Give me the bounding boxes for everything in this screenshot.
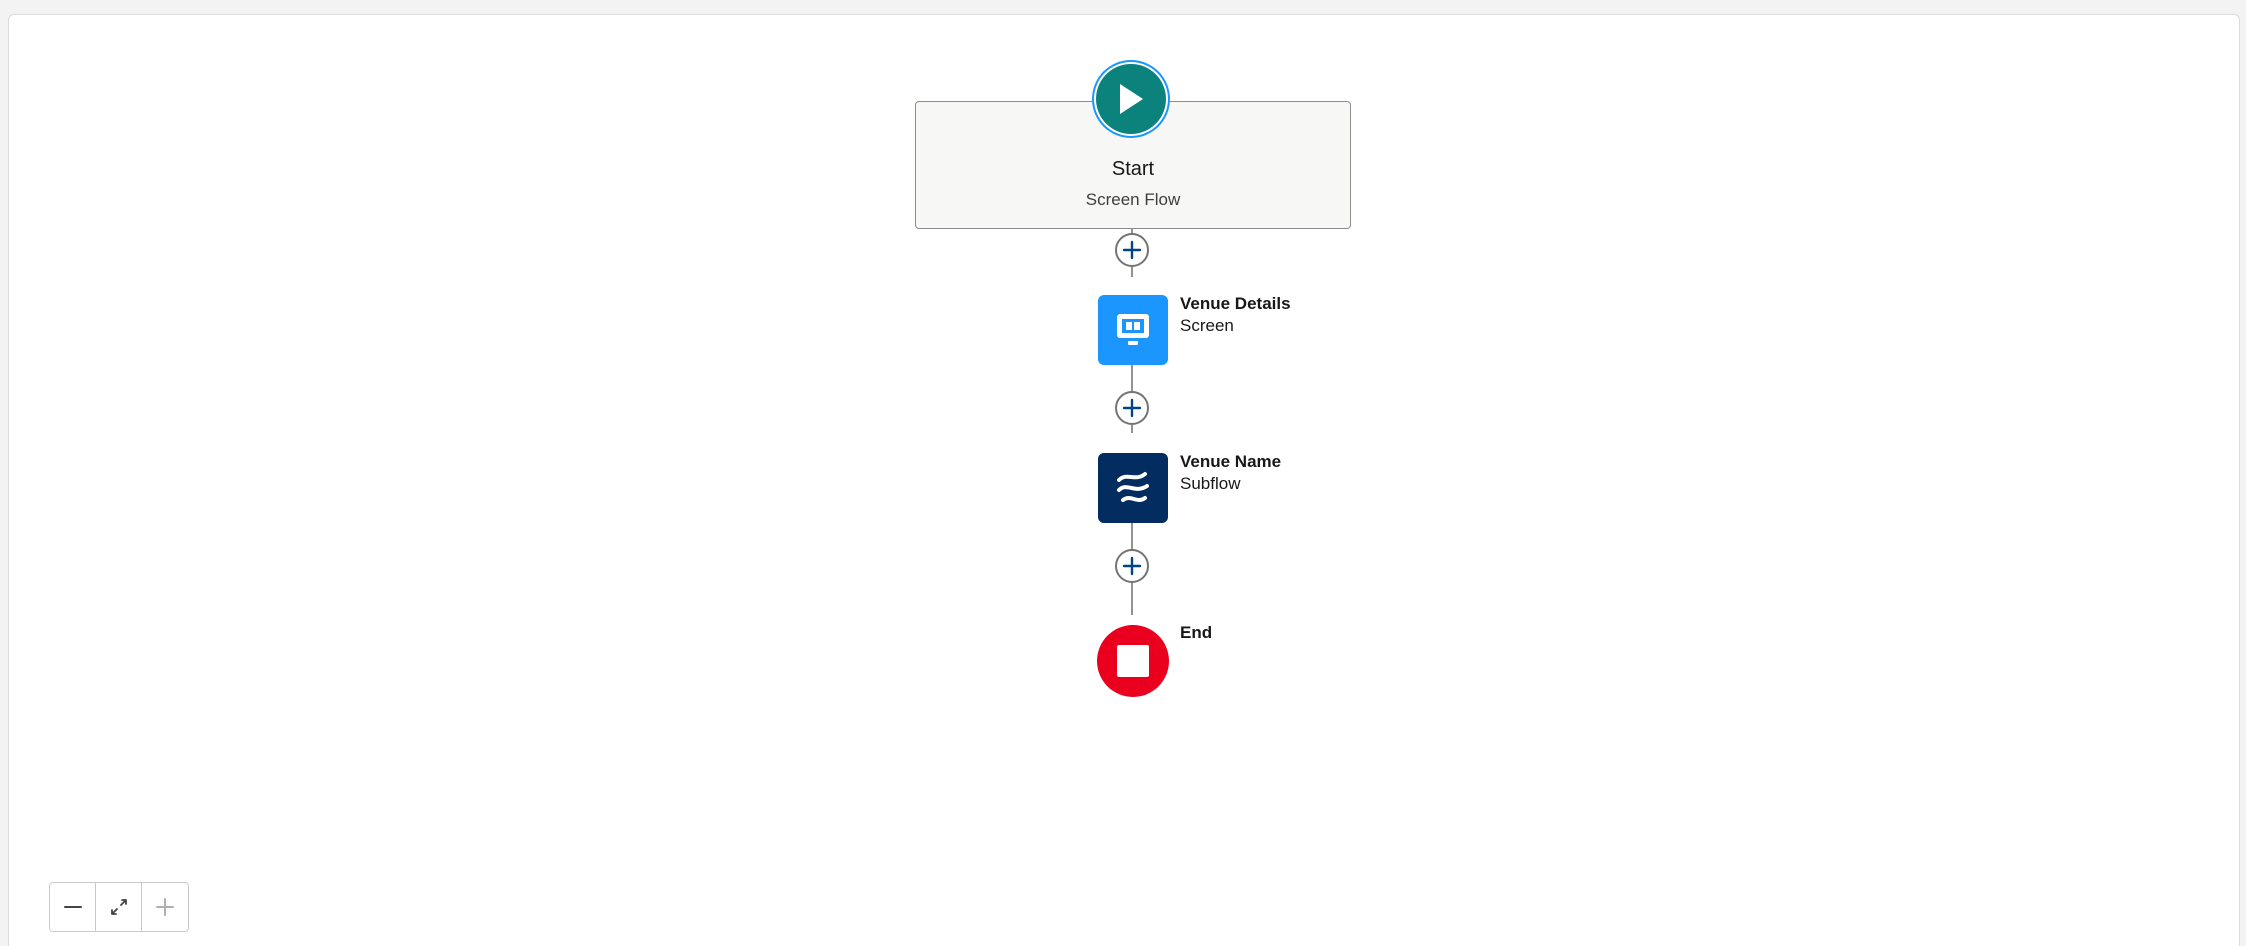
add-element-button[interactable] <box>1115 391 1149 425</box>
end-node-label: End <box>1180 623 1213 642</box>
flow-canvas[interactable]: Start Screen Flow Venue Details Screen V… <box>8 14 2240 946</box>
fit-view-icon <box>110 899 127 915</box>
stop-icon <box>1117 645 1149 677</box>
zoom-in-button[interactable] <box>142 883 188 931</box>
add-element-button[interactable] <box>1115 233 1149 267</box>
plus-icon <box>1122 398 1142 418</box>
element-title: Venue Name <box>1180 452 1282 471</box>
fit-view-button[interactable] <box>96 883 142 931</box>
flow-builder-viewport: Start Screen Flow Venue Details Screen V… <box>0 0 2246 946</box>
start-node-subtitle: Screen Flow <box>1085 190 1181 209</box>
add-element-button[interactable] <box>1115 549 1149 583</box>
element-title: Venue Details <box>1180 294 1291 313</box>
element-type: Screen <box>1180 316 1234 335</box>
zoom-out-button[interactable] <box>50 883 96 931</box>
subflow-element-icon[interactable] <box>1098 453 1168 523</box>
start-node-icon[interactable] <box>1092 60 1170 138</box>
end-node-icon[interactable] <box>1097 625 1169 697</box>
plus-icon <box>1122 240 1142 260</box>
play-icon <box>1096 64 1166 134</box>
screen-icon <box>1117 314 1149 345</box>
element-type: Subflow <box>1180 474 1241 493</box>
subflow-icon <box>1117 472 1149 502</box>
screen-element-icon[interactable] <box>1098 295 1168 365</box>
plus-icon <box>156 898 174 916</box>
subflow-element-label[interactable]: Venue Name Subflow <box>1180 451 1281 495</box>
screen-element-label[interactable]: Venue Details Screen <box>1180 293 1291 337</box>
minus-icon <box>63 906 82 908</box>
start-node-title: Start <box>1111 158 1155 180</box>
plus-icon <box>1122 556 1142 576</box>
top-toolbar <box>0 0 2246 14</box>
zoom-controls <box>49 882 189 932</box>
